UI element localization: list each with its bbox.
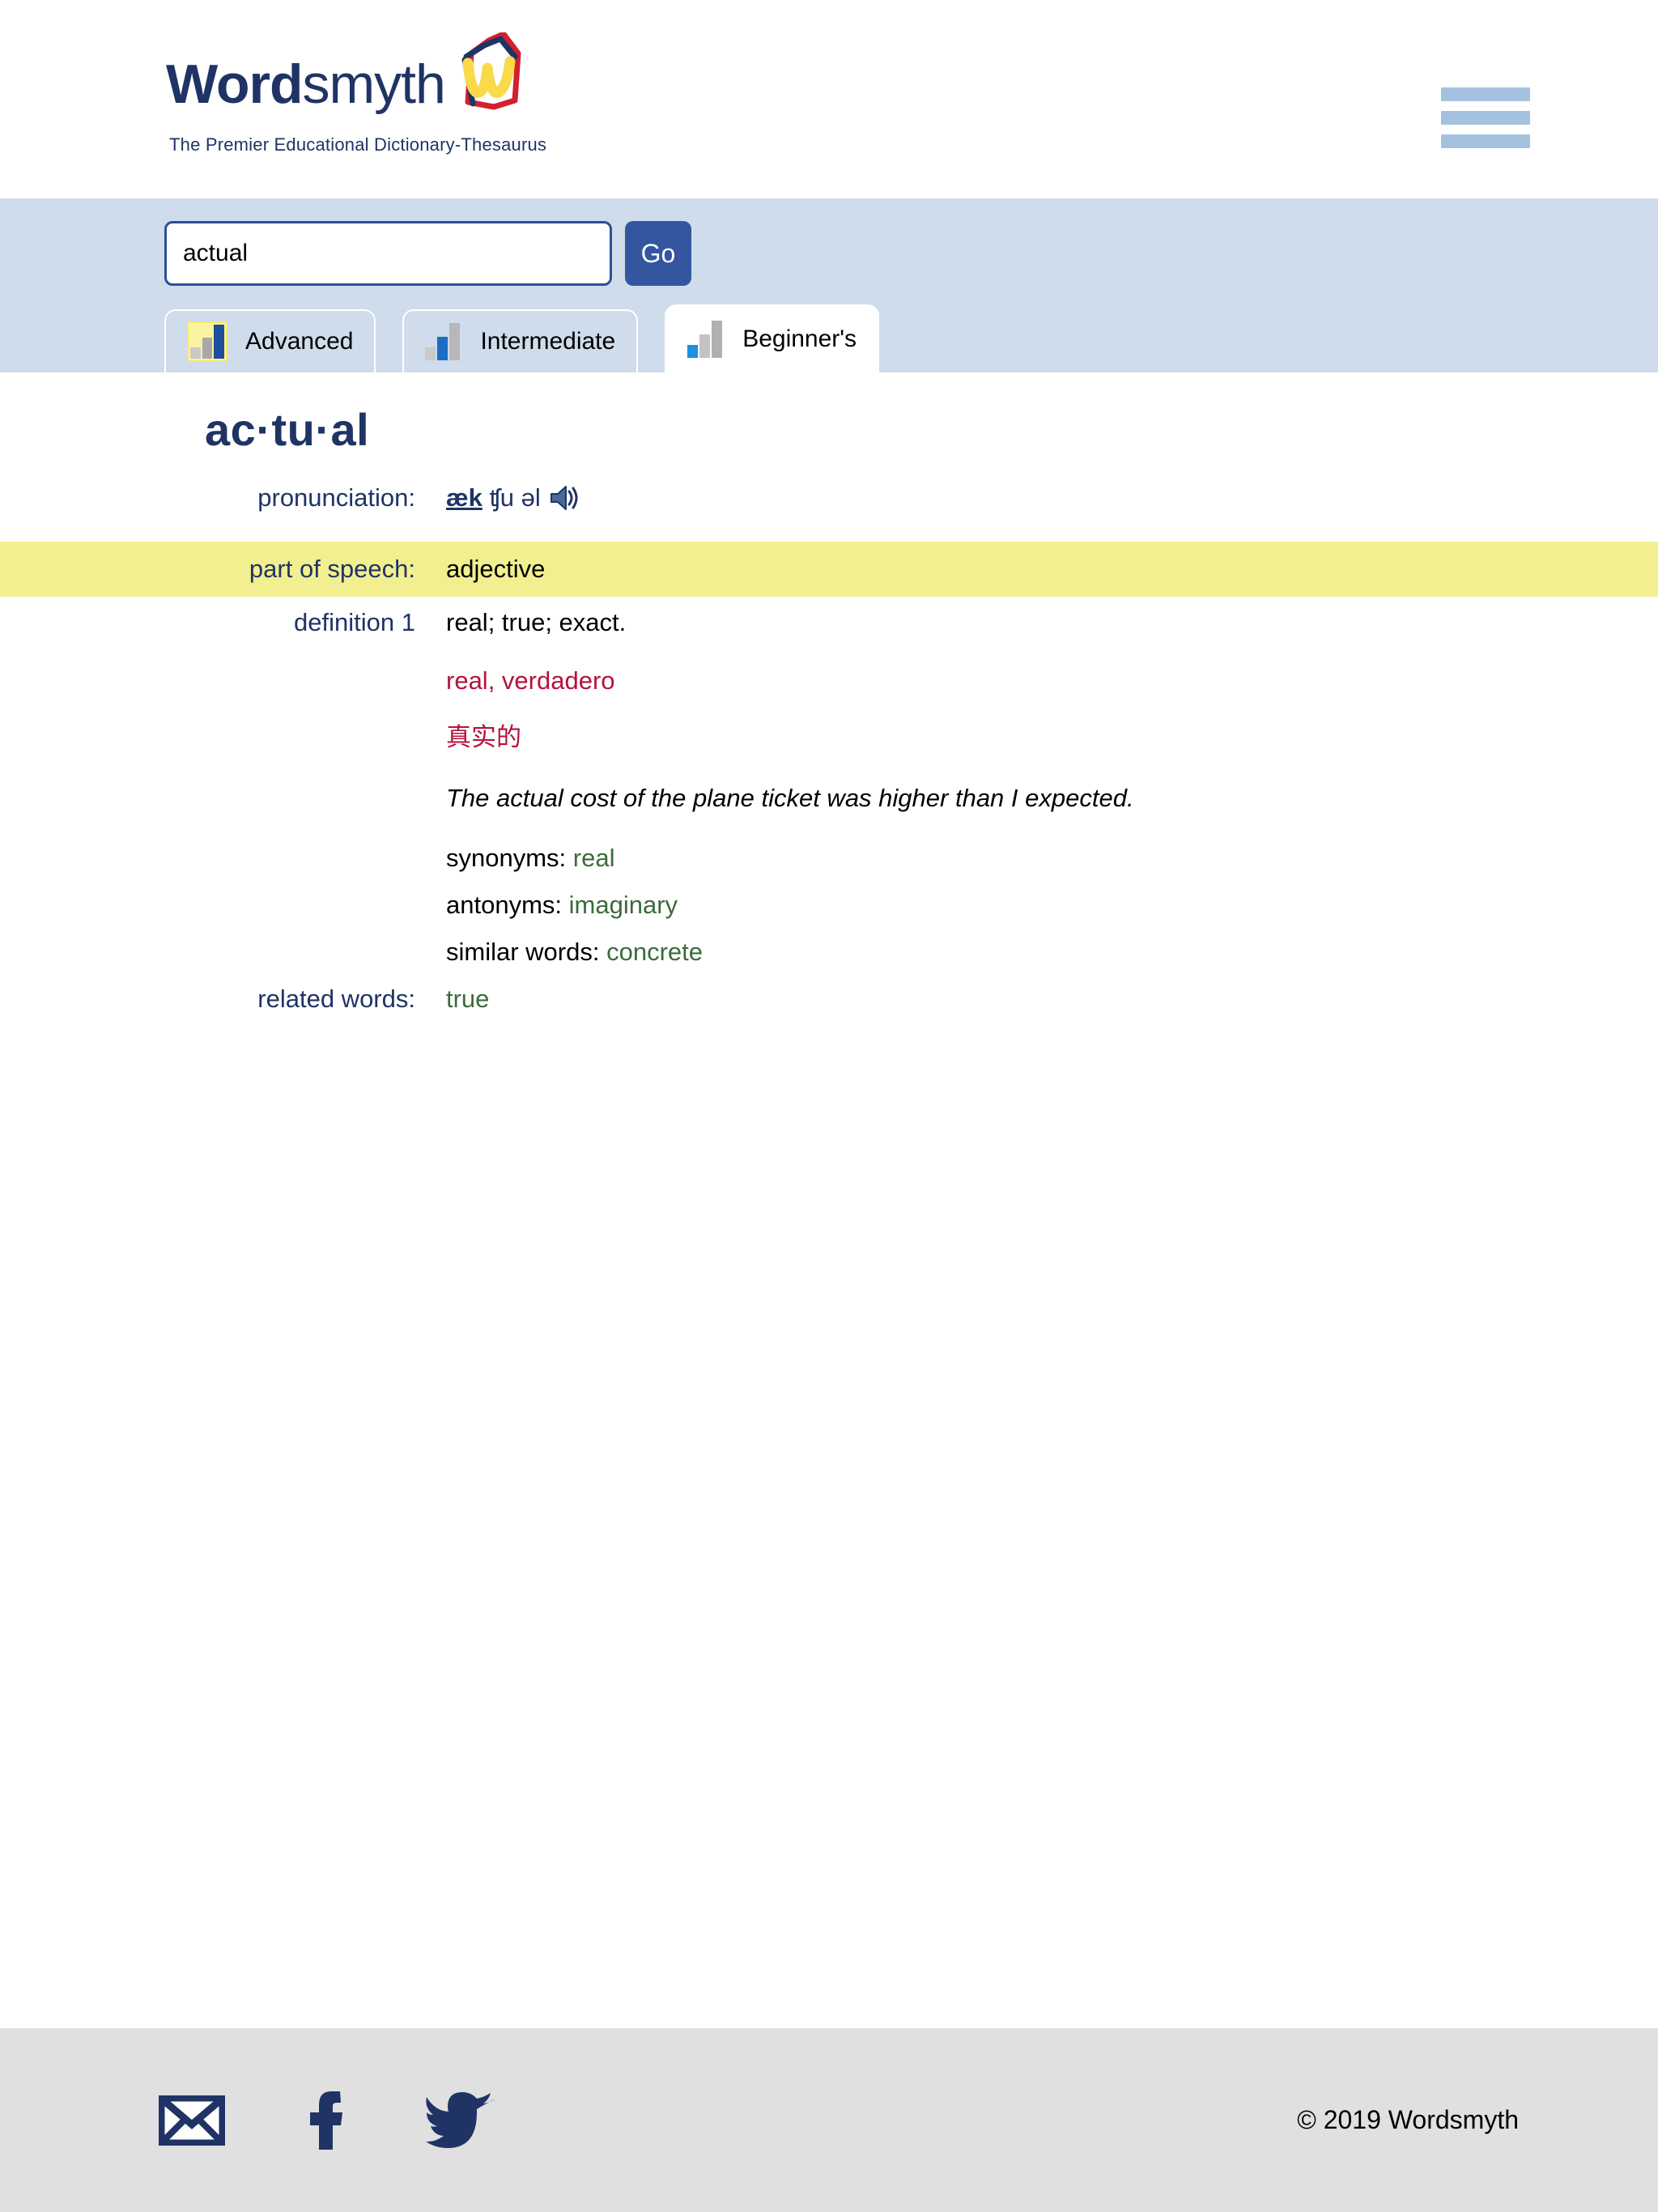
part-of-speech-label: part of speech: [249, 555, 415, 583]
chart-bar [190, 347, 201, 359]
definition-text: real; true; exact. [446, 608, 627, 636]
synonyms-value[interactable]: real [573, 844, 615, 872]
search-band: Go Advanced Intermediate [0, 198, 1658, 372]
pronunciation-row: pronunciation: æk ʧu əl [0, 483, 1658, 529]
logo-tagline: The Premier Educational Dictionary-Thesa… [169, 134, 547, 155]
chart-bar [712, 321, 723, 358]
chart-bar [437, 337, 449, 360]
wordsmyth-crown-icon [447, 32, 525, 117]
headword: ac·tu·al [205, 404, 370, 455]
dictionary-level-tabs: Advanced Intermediate Beginner's [164, 304, 906, 372]
dictionary-entry: ac·tu·al pronunciation: æk ʧu əl part of… [0, 372, 1658, 1992]
facebook-icon[interactable] [308, 2090, 343, 2151]
related-words-row: related words: true [0, 985, 1658, 1014]
antonyms-label: antonyms: [446, 891, 563, 919]
site-footer: © 2019 Wordsmyth [0, 2028, 1658, 2212]
similar-words-value[interactable]: concrete [606, 938, 703, 966]
synonyms-row: synonyms: real [446, 844, 1658, 873]
chart-bar [687, 345, 699, 358]
speaker-audio-icon[interactable] [549, 483, 581, 513]
search-row: Go [0, 221, 1658, 286]
tab-beginners[interactable]: Beginner's [665, 304, 880, 372]
hamburger-bar [1441, 87, 1530, 101]
twitter-bird-icon[interactable] [426, 2091, 495, 2150]
logo-word-bold: Word [166, 53, 303, 115]
hamburger-bar [1441, 134, 1530, 148]
chart-bar [202, 337, 213, 359]
definition-details: real, verdadero 真实的 The actual cost of t… [0, 666, 1658, 967]
definition-label: definition 1 [294, 608, 415, 636]
tab-advanced[interactable]: Advanced [164, 309, 376, 372]
pronunciation-stressed-syllable: æk [446, 483, 483, 512]
go-button[interactable]: Go [625, 221, 691, 286]
chart-bar [214, 325, 225, 359]
pronunciation-value: æk ʧu əl [415, 483, 581, 513]
related-words-label: related words: [257, 985, 415, 1013]
pronunciation-label: pronunciation: [257, 483, 415, 512]
site-logo[interactable]: Word smyth The Premier Educational Dicti… [166, 32, 571, 155]
antonyms-value[interactable]: imaginary [569, 891, 678, 919]
synonyms-label: synonyms: [446, 844, 567, 872]
logo-word-light: smyth [302, 53, 446, 115]
translation-spanish: real, verdadero [446, 666, 615, 695]
site-header: Word smyth The Premier Educational Dicti… [0, 0, 1658, 198]
tab-label: Beginner's [742, 325, 857, 352]
page-root: Word smyth The Premier Educational Dicti… [0, 0, 1658, 2212]
search-input[interactable] [164, 221, 612, 286]
pronunciation-remainder: ʧu əl [489, 483, 541, 512]
part-of-speech-row: part of speech: adjective [0, 542, 1658, 597]
antonyms-row: antonyms: imaginary [446, 891, 1658, 920]
logo-wordmark: Word smyth [166, 32, 571, 131]
similar-words-label: similar words: [446, 938, 600, 966]
similar-words-row: similar words: concrete [446, 938, 1658, 967]
chart-bar [699, 334, 711, 358]
bar-chart-icon [687, 321, 725, 358]
example-sentence: The actual cost of the plane ticket was … [446, 784, 1134, 812]
tab-label: Advanced [245, 328, 354, 355]
bar-chart-icon [425, 323, 462, 360]
translation-chinese: 真实的 [446, 723, 521, 752]
chart-bar [449, 323, 461, 360]
tab-intermediate[interactable]: Intermediate [402, 309, 639, 372]
definition-row: definition 1 real; true; exact. [0, 608, 1658, 653]
hamburger-bar [1441, 111, 1530, 125]
copyright-text: © 2019 Wordsmyth [1297, 2105, 1519, 2134]
email-envelope-icon[interactable] [159, 2095, 225, 2146]
hamburger-menu-icon[interactable] [1441, 87, 1530, 148]
related-words-value[interactable]: true [415, 985, 489, 1014]
chart-bar [425, 347, 436, 360]
tab-label: Intermediate [480, 328, 616, 355]
social-links [0, 2090, 578, 2151]
bar-chart-icon [187, 321, 227, 362]
part-of-speech-value: adjective [446, 555, 546, 583]
